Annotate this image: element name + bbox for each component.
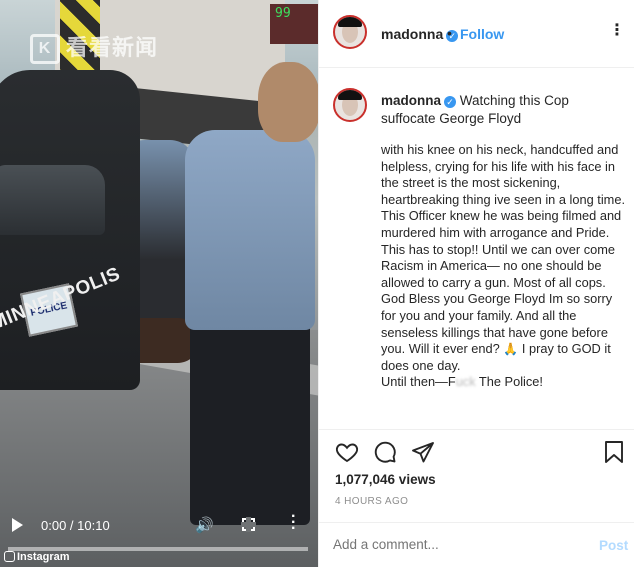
avatar-hat: [338, 90, 362, 100]
video-controls: 0:00 / 10:10 🔊 · · ·: [0, 509, 318, 545]
ambulance-number: 99: [275, 6, 291, 21]
caption-username[interactable]: madonna: [381, 93, 441, 108]
caption-paragraph: with his knee on his neck, handcuffed an…: [381, 142, 626, 240]
bookmark-icon[interactable]: [603, 440, 625, 464]
header-separator: •: [447, 25, 452, 41]
watermark-text: 看看新闻: [66, 35, 159, 60]
source-label: Instagram: [4, 551, 70, 563]
caption-text: The Police!: [475, 374, 543, 390]
comment-input[interactable]: [333, 537, 553, 552]
officer-body: [185, 130, 315, 330]
instagram-icon: [4, 551, 15, 562]
post-header: madonna ✓ • Follow ⋮: [319, 0, 634, 68]
comment-icon[interactable]: [373, 440, 397, 464]
view-count[interactable]: 1,077,046 views: [335, 472, 436, 487]
share-icon[interactable]: [411, 440, 435, 464]
caption-paragraph: This has to stop!! Until we can over com…: [381, 241, 615, 290]
video-more-icon[interactable]: · · ·: [291, 509, 296, 537]
watermark: K 看看新闻: [30, 30, 159, 65]
officer-legs: [190, 315, 310, 525]
follow-button[interactable]: Follow: [460, 26, 504, 42]
video-player[interactable]: 99 POLICE MINNEAPOLIS K 看看新闻 0:00 / 10:10…: [0, 0, 318, 567]
verified-icon: ✓: [444, 96, 457, 108]
censored-word: uck: [455, 374, 476, 390]
caption-paragraph: God Bless you George Floyd Im so sorry f…: [381, 291, 628, 374]
post-caption: madonna ✓ Watching this Cop suffocate Geo…: [319, 68, 634, 430]
officer-head: [258, 62, 318, 142]
post-timestamp[interactable]: 4 HOURS AGO: [335, 496, 408, 507]
avatar[interactable]: [333, 15, 367, 49]
volume-icon[interactable]: 🔊: [195, 516, 214, 534]
video-time: 0:00 / 10:10: [41, 518, 110, 533]
header-username-text[interactable]: madonna: [381, 26, 443, 42]
avatar-hat: [338, 17, 362, 27]
car-window: [0, 165, 105, 235]
caption-body: with his knee on his neck, handcuffed an…: [381, 142, 628, 391]
play-icon[interactable]: [12, 518, 23, 532]
pray-emoji: 🙏: [503, 342, 519, 357]
watermark-logo-icon: K: [30, 34, 60, 65]
more-options-icon[interactable]: ⋮: [609, 20, 625, 40]
caption-avatar[interactable]: [333, 88, 367, 122]
caption-paragraph: Until then—Fuck The Police!: [381, 374, 628, 391]
comment-bar: Post: [319, 522, 634, 567]
post-sidebar: madonna ✓ • Follow ⋮ madonna ✓ Watching th…: [318, 0, 634, 567]
caption-text: Until then—F: [381, 374, 456, 390]
heart-icon[interactable]: [335, 440, 359, 464]
post-actions: [319, 430, 634, 475]
post-button[interactable]: Post: [599, 538, 628, 553]
police-car: POLICE MINNEAPOLIS: [0, 70, 140, 390]
source-label-text: Instagram: [17, 551, 70, 563]
caption-headline: madonna ✓ Watching this Cop suffocate Geo…: [381, 92, 626, 128]
fullscreen-icon[interactable]: [241, 517, 256, 532]
